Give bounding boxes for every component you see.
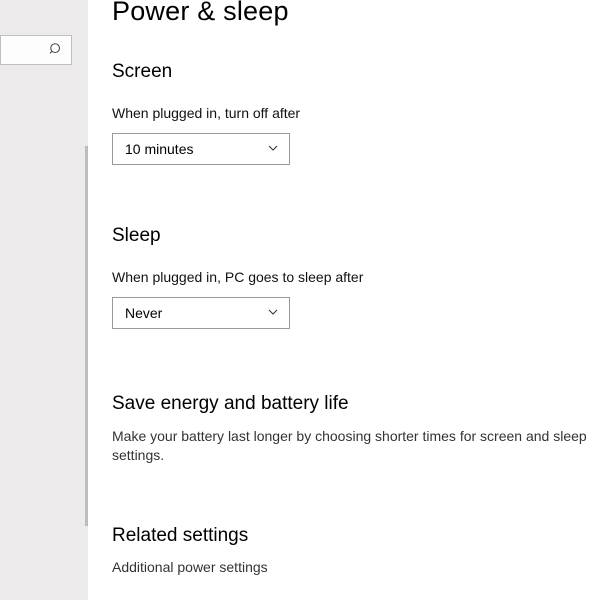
section-heading-energy: Save energy and battery life: [112, 393, 600, 415]
nav-active-indicator: [85, 146, 88, 526]
additional-power-settings-link[interactable]: Additional power settings: [112, 559, 600, 575]
page-title: Power & sleep: [112, 0, 600, 27]
sleep-plugged-label: When plugged in, PC goes to sleep after: [112, 269, 600, 285]
dropdown-value: Never: [125, 305, 162, 321]
section-heading-related: Related settings: [112, 525, 600, 547]
sleep-plugged-dropdown[interactable]: Never: [112, 297, 290, 329]
chevron-down-icon: [267, 141, 279, 157]
section-heading-screen: Screen: [112, 61, 600, 83]
main-content: Power & sleep Screen When plugged in, tu…: [88, 0, 600, 600]
settings-sidebar: [0, 0, 88, 600]
screen-plugged-label: When plugged in, turn off after: [112, 105, 600, 121]
energy-info-text: Make your battery last longer by choosin…: [112, 427, 590, 465]
search-icon: [49, 42, 63, 59]
search-input[interactable]: [0, 35, 72, 65]
dropdown-value: 10 minutes: [125, 141, 193, 157]
section-heading-sleep: Sleep: [112, 225, 600, 247]
chevron-down-icon: [267, 305, 279, 321]
screen-plugged-dropdown[interactable]: 10 minutes: [112, 133, 290, 165]
